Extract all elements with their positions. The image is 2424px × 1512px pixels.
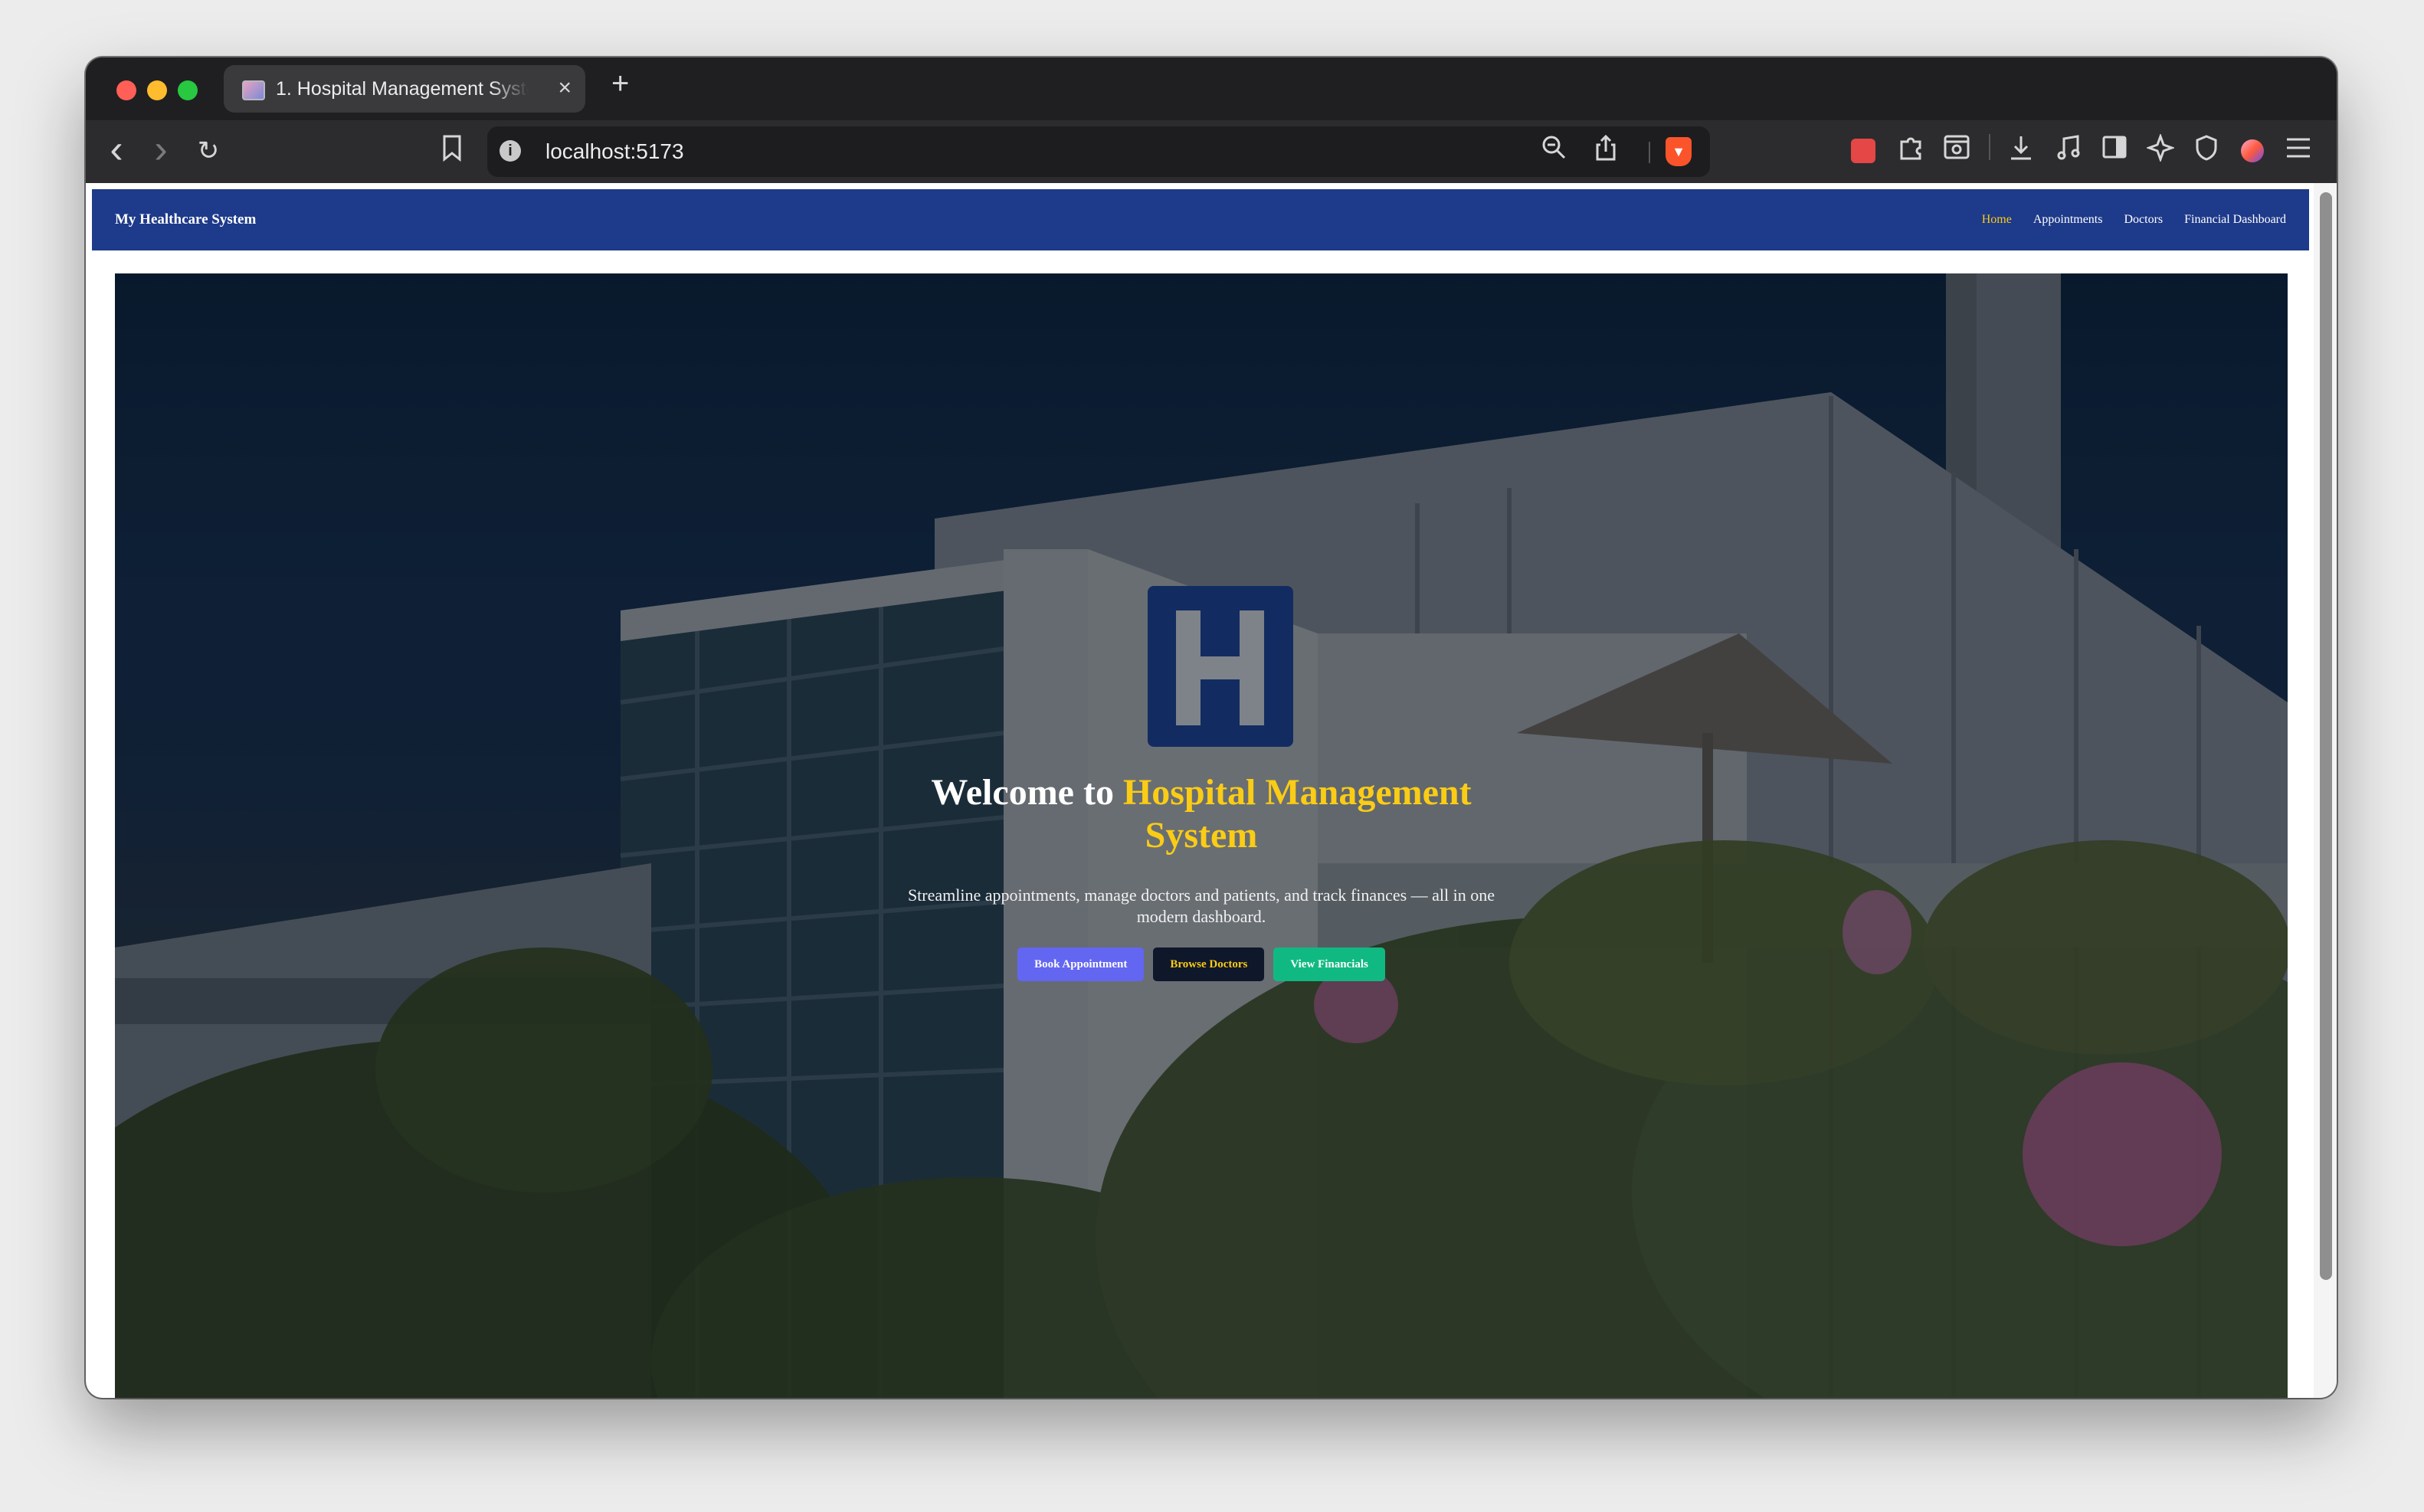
web-viewport: My Healthcare System Home Appointments D… — [86, 183, 2337, 1398]
leo-ai-icon[interactable] — [2144, 133, 2177, 168]
forward-icon[interactable]: › — [146, 129, 176, 169]
hero-content: Welcome to Hospital Management System St… — [895, 771, 1508, 981]
download-icon[interactable] — [2004, 134, 2038, 168]
extension-red-icon[interactable] — [1848, 134, 1879, 168]
hero-title: Welcome to Hospital Management System — [895, 771, 1508, 857]
nav-link-home[interactable]: Home — [1982, 209, 2012, 231]
view-financials-button[interactable]: View Financials — [1273, 947, 1385, 981]
back-icon[interactable]: ‹ — [101, 129, 132, 169]
menu-icon[interactable] — [2282, 134, 2315, 168]
scrollbar[interactable] — [2314, 183, 2337, 1398]
share-icon[interactable] — [1589, 134, 1623, 168]
brave-shields-icon[interactable]: ▼ — [1666, 137, 1692, 166]
hero-section: Welcome to Hospital Management System St… — [115, 273, 2288, 1398]
scrollbar-thumb[interactable] — [2320, 192, 2332, 1280]
address-bar[interactable]: i localhost:5173 ▼ — [487, 126, 1710, 177]
hero-subtitle: Streamline appointments, manage doctors … — [907, 885, 1495, 926]
browser-toolbar: ‹ › ↻ i localhost:5173 ▼ — [86, 120, 2337, 183]
app-favicon-icon — [242, 80, 265, 100]
sidebar-icon[interactable] — [2098, 134, 2131, 168]
minimize-window-button[interactable] — [147, 80, 167, 100]
nav-link-doctors[interactable]: Doctors — [2124, 209, 2163, 231]
nav-links: Home Appointments Doctors Financial Dash… — [1982, 209, 2286, 231]
nav-link-appointments[interactable]: Appointments — [2033, 209, 2103, 231]
reader-view-icon[interactable] — [1940, 134, 1974, 168]
music-icon[interactable] — [2052, 134, 2085, 168]
hero-buttons: Book Appointment Browse Doctors View Fin… — [895, 947, 1508, 981]
site-navbar: My Healthcare System Home Appointments D… — [92, 189, 2309, 250]
tab-bar: 1. Hospital Management System × + — [86, 57, 2337, 120]
address-separator — [1649, 142, 1650, 163]
puzzle-extensions-icon[interactable] — [1894, 134, 1928, 168]
site-info-icon[interactable]: i — [500, 140, 521, 162]
url-text[interactable]: localhost:5173 — [545, 139, 684, 165]
new-tab-button[interactable]: + — [611, 68, 629, 99]
browser-tab[interactable]: 1. Hospital Management System × — [224, 65, 585, 113]
site-brand[interactable]: My Healthcare System — [115, 209, 256, 231]
toolbar-separator — [1989, 134, 1990, 160]
reload-icon[interactable]: ↻ — [192, 134, 225, 168]
close-window-button[interactable] — [116, 80, 136, 100]
browse-doctors-button[interactable]: Browse Doctors — [1153, 947, 1265, 981]
bookmark-icon[interactable] — [437, 134, 467, 168]
tab-title: 1. Hospital Management System — [276, 78, 529, 100]
vpn-shield-icon[interactable] — [2190, 134, 2223, 168]
hero-title-accent: Hospital Management System — [1122, 772, 1472, 856]
book-appointment-button[interactable]: Book Appointment — [1017, 947, 1145, 981]
wallet-icon[interactable] — [2236, 134, 2269, 168]
zoom-icon[interactable] — [1537, 134, 1571, 168]
zoom-window-button[interactable] — [178, 80, 198, 100]
browser-window: 1. Hospital Management System × + ‹ › ↻ … — [86, 57, 2337, 1398]
hero-title-prefix: Welcome to — [931, 772, 1114, 813]
nav-link-financial-dashboard[interactable]: Financial Dashboard — [2184, 209, 2286, 231]
tab-close-icon[interactable]: × — [558, 76, 572, 100]
